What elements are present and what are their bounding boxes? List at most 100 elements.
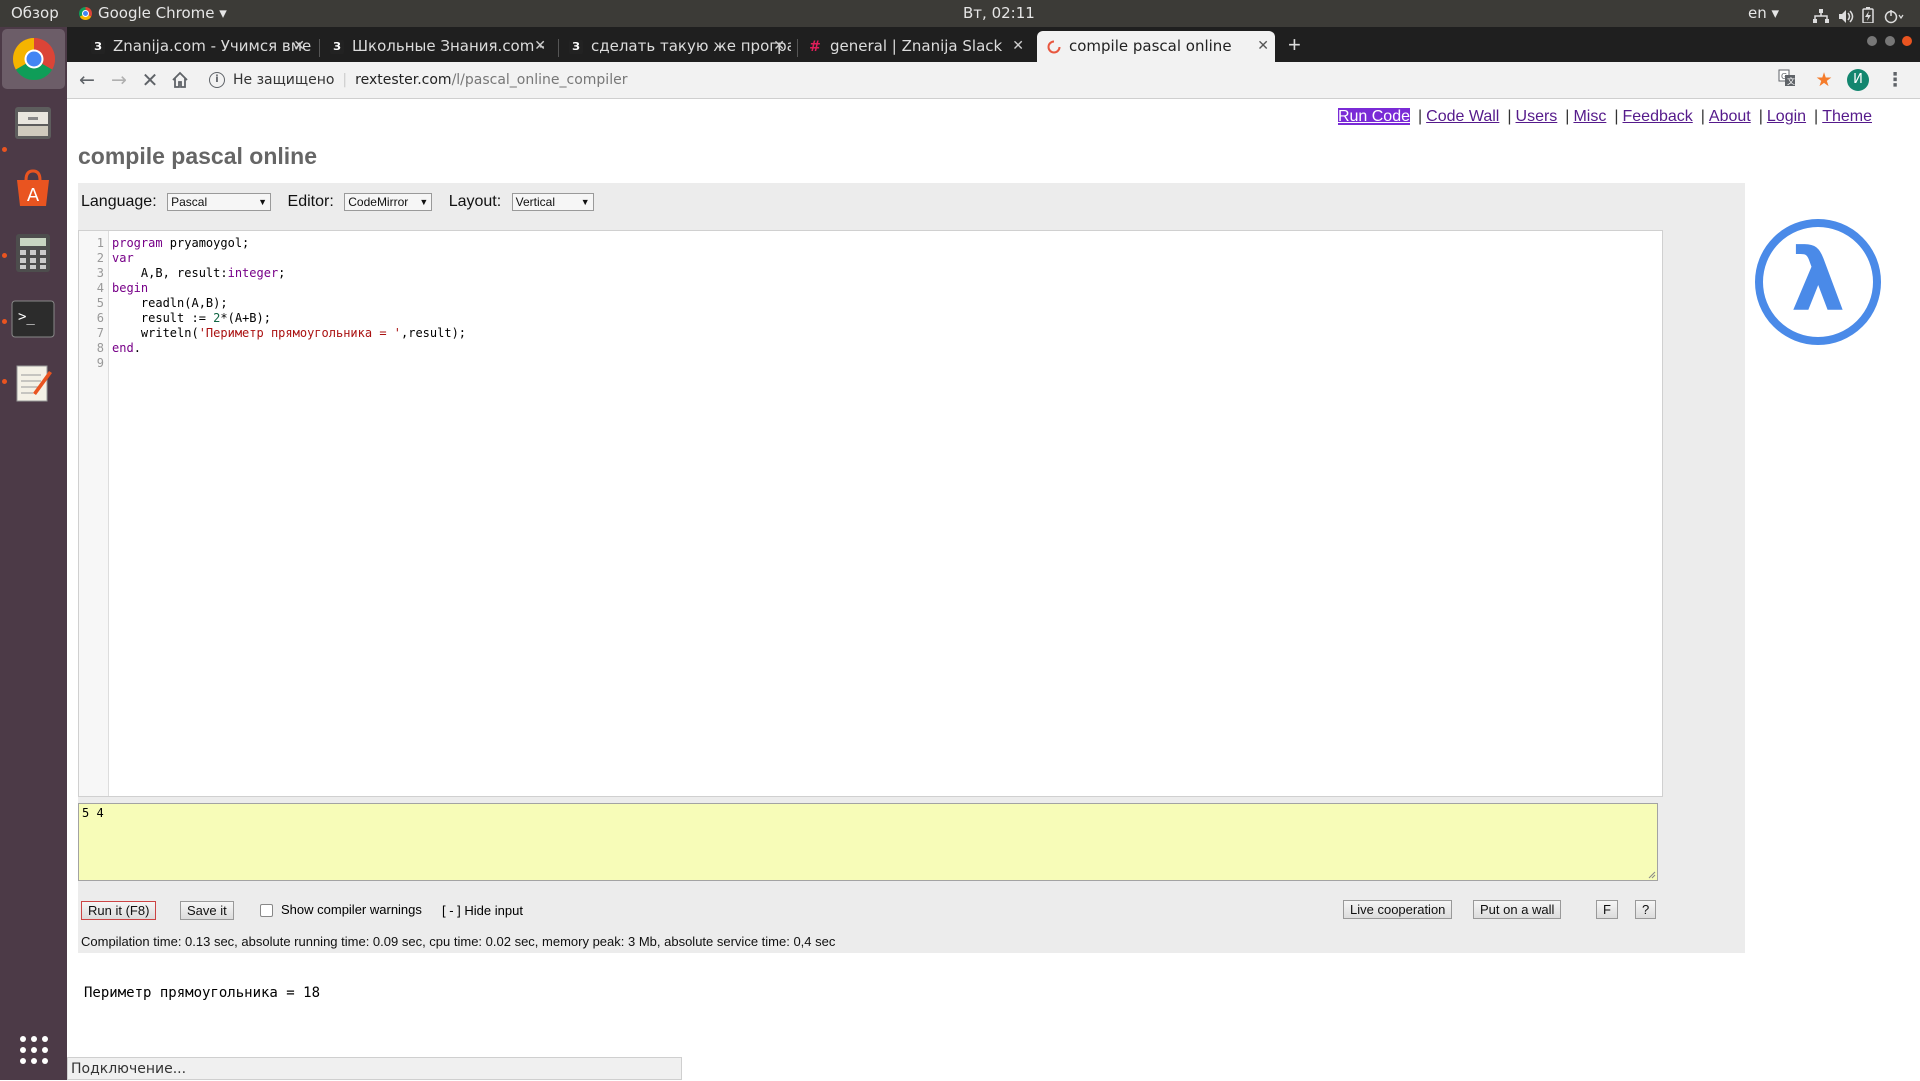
chevron-down-icon: ▾	[219, 4, 227, 22]
put-on-wall-button[interactable]: Put on a wall	[1473, 900, 1562, 919]
site-nav: Run Code | Code Wall | Users | Misc | Feedback | A…	[1337, 108, 1872, 126]
nav-theme[interactable]: Theme	[1822, 108, 1872, 125]
compiler-warnings-checkbox[interactable]	[260, 904, 273, 917]
forward-icon[interactable]: →	[107, 68, 131, 92]
nav-misc[interactable]: Misc	[1573, 108, 1606, 125]
close-icon[interactable]: ✕	[1257, 31, 1269, 62]
calculator-icon	[16, 234, 50, 272]
chrome-icon	[79, 7, 92, 20]
run-button[interactable]: Run it (F8)	[81, 901, 157, 920]
resize-handle-icon[interactable]	[1648, 871, 1656, 879]
bookmark-star-icon[interactable]: ★	[1812, 68, 1836, 92]
hide-input-toggle[interactable]: [ - ] Hide input	[442, 902, 523, 919]
line-number: 4	[96, 281, 104, 295]
nav-separator: |	[1758, 108, 1763, 125]
nav-code-wall[interactable]: Code Wall	[1426, 108, 1499, 125]
dropdown-arrow-icon: ▼	[419, 197, 429, 207]
translate-icon[interactable]: G文	[1775, 69, 1799, 93]
info-icon[interactable]: i	[209, 72, 225, 88]
launcher-terminal[interactable]: >_	[9, 295, 57, 343]
power-icon[interactable]	[1884, 6, 1904, 24]
url-host: rextester.com	[355, 72, 452, 88]
launcher-calculator[interactable]	[9, 229, 57, 277]
launcher-text-editor[interactable]	[9, 359, 57, 407]
back-icon[interactable]: ←	[75, 68, 99, 92]
line-number: 7	[96, 326, 104, 340]
nav-run-code[interactable]: Run Code	[1337, 108, 1410, 125]
stop-loading-icon[interactable]: ✕	[138, 68, 162, 92]
close-icon[interactable]: ✕	[1012, 31, 1024, 62]
tab-slack[interactable]: # general | Znanija Slack ✕	[798, 31, 1030, 62]
terminal-icon: >_	[11, 300, 55, 338]
nav-separator: |	[1614, 108, 1619, 125]
menu-kebab-icon[interactable]: ⋮	[1883, 68, 1907, 92]
close-icon[interactable]: ✕	[534, 31, 546, 62]
tab-znanija-home[interactable]: З Znanija.com - Учимся вме ✕	[81, 31, 311, 62]
code-line: readln(A,B);	[112, 296, 228, 310]
app-menu[interactable]: Google Chrome ▾	[79, 0, 227, 27]
stdin-input[interactable]: 5 4	[78, 803, 1658, 881]
tab-shkolnye-znaniya[interactable]: З Школьные Знания.com - ✕	[320, 31, 552, 62]
tab-title: Школьные Знания.com -	[352, 37, 545, 55]
web-page: Run Code | Code Wall | Users | Misc | Feedback | A…	[67, 99, 1920, 1057]
battery-icon[interactable]	[1862, 5, 1874, 24]
tab-strip: З Znanija.com - Учимся вме ✕ З Школьные Зна…	[67, 27, 1920, 62]
close-window-icon[interactable]	[1902, 36, 1912, 46]
nav-separator: |	[1507, 108, 1512, 125]
nav-about[interactable]: About	[1709, 108, 1751, 125]
security-label: Не защищено	[233, 72, 335, 88]
network-icon[interactable]	[1812, 6, 1830, 23]
launcher-chrome[interactable]	[2, 29, 65, 89]
activities-button[interactable]: Обзор	[11, 0, 59, 27]
loading-spinner-icon	[1047, 40, 1061, 53]
language-value: Pascal	[171, 195, 208, 209]
language-label: Language:	[81, 193, 157, 211]
address-divider: |	[342, 72, 348, 88]
nav-users[interactable]: Users	[1516, 108, 1558, 125]
compiler-panel: Language: Pascal ▼ Editor: CodeMirror ▼ La…	[78, 183, 1745, 953]
help-button[interactable]: ?	[1635, 900, 1657, 919]
launcher-files[interactable]	[9, 99, 57, 147]
browser-status-bar: Подключение...	[67, 1057, 682, 1080]
line-number-gutter: 1 2 3 4 5 6 7 8 9	[79, 231, 109, 796]
page-title: compile pascal online	[78, 143, 318, 169]
new-tab-button[interactable]: +	[1288, 31, 1301, 59]
dropdown-arrow-icon: ▼	[580, 197, 590, 207]
live-cooperation-button[interactable]: Live cooperation	[1343, 900, 1453, 919]
fullscreen-button[interactable]: F	[1596, 900, 1618, 919]
clock[interactable]: Вт, 02:11	[963, 0, 1035, 27]
language-select[interactable]: Pascal ▼	[167, 193, 272, 211]
code-line: var	[112, 251, 134, 265]
profile-avatar[interactable]: И	[1847, 69, 1869, 91]
layout-label: Layout:	[448, 193, 502, 211]
editor-select[interactable]: CodeMirror ▼	[344, 193, 433, 211]
address-bar[interactable]: i Не защищено | rextester.com/l/pascal_onli…	[207, 65, 1807, 95]
minimize-icon[interactable]	[1867, 36, 1878, 46]
maximize-icon[interactable]	[1884, 36, 1895, 46]
tab-compile-pascal[interactable]: compile pascal online ✕	[1037, 31, 1275, 62]
close-icon[interactable]: ✕	[293, 31, 305, 62]
tab-question[interactable]: Зсделать такую же програ ✕	[559, 31, 791, 62]
nav-separator: |	[1417, 108, 1423, 125]
save-button[interactable]: Save it	[180, 901, 234, 920]
volume-icon[interactable]	[1838, 6, 1854, 23]
znanija-favicon: З	[330, 39, 344, 54]
layout-select[interactable]: Vertical ▼	[511, 193, 594, 211]
close-icon[interactable]: ✕	[773, 31, 785, 62]
tab-title: compile pascal online	[1069, 37, 1232, 55]
nav-separator: |	[1814, 108, 1819, 125]
code-line: begin	[112, 281, 149, 295]
nav-login[interactable]: Login	[1767, 108, 1806, 125]
show-applications-button[interactable]	[9, 1025, 57, 1073]
home-icon[interactable]	[168, 68, 192, 92]
nav-feedback[interactable]: Feedback	[1623, 108, 1693, 125]
keyboard-layout-indicator[interactable]: en ▾	[1748, 0, 1779, 27]
launcher-software-center[interactable]: A	[9, 164, 57, 212]
line-number: 5	[96, 296, 104, 310]
running-indicator	[2, 147, 7, 152]
window-controls	[1864, 33, 1912, 51]
code-editor[interactable]: 1 2 3 4 5 6 7 8 9 program pryamoygol; va…	[78, 230, 1663, 797]
svg-text:文: 文	[1787, 76, 1795, 86]
url-path: /l/pascal_online_compiler	[451, 72, 628, 88]
tab-title: Znanija.com - Учимся вме	[113, 37, 311, 55]
